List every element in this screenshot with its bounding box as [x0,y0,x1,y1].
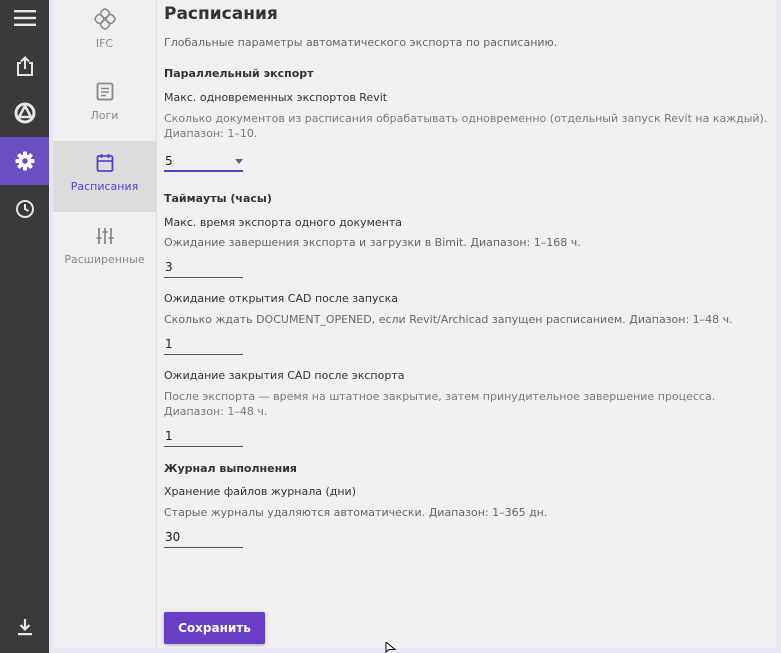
close-timeout-hint: После экспорта — время на штатное закрыт… [164,390,716,418]
subnav-item-schedules[interactable]: Расписания [53,141,156,212]
menu-button[interactable] [0,0,49,42]
schedules-settings-panel: Расписания Глобальные параметры автомати… [157,0,777,648]
section-journal: Журнал выполнения [164,462,297,475]
close-timeout-input[interactable]: 1 [164,426,243,447]
open-timeout-input[interactable]: 1 [164,334,243,355]
journal-retention-hint: Старые журналы удаляются автоматически. … [164,506,548,519]
subnav-label-logs: Логи [90,109,119,122]
save-button[interactable]: Сохранить [164,612,265,644]
export-timeout-input[interactable]: 3 [164,257,243,278]
history-button[interactable] [0,185,49,233]
journal-retention-input[interactable]: 30 [164,527,243,548]
subnav-label-schedules: Расписания [70,180,139,193]
subnav-item-ifc[interactable]: IFC [53,0,156,67]
export-timeout-hint: Ожидание завершения экспорта и загрузки … [164,236,581,249]
download-button[interactable] [0,603,49,651]
settings-button[interactable] [0,137,49,185]
max-parallel-select[interactable]: 5 [164,151,243,172]
section-timeouts: Таймауты (часы) [164,192,272,205]
subnav-item-advanced[interactable]: Расширенные [53,214,156,285]
page-title: Расписания [164,4,278,24]
sliders-icon [96,228,113,244]
export-timeout-label: Макс. время экспорта одного документа [164,216,402,229]
app-rail [0,0,49,653]
settings-subnav: IFC Логи Расписания Расширенные [53,0,157,648]
share-export-icon [16,56,33,76]
log-document-icon [96,82,113,101]
subnav-label-advanced: Расширенные [64,253,145,266]
journal-retention-label: Хранение файлов журнала (дни) [164,485,356,498]
mouse-cursor-icon [385,642,397,653]
ifc-icon [93,8,116,30]
max-parallel-label: Макс. одновременных экспортов Revit [164,91,388,104]
clock-icon [15,200,34,218]
bimit-logo-icon [14,102,35,124]
bimit-button[interactable] [0,89,49,137]
subnav-label-ifc: IFC [95,37,114,50]
export-button[interactable] [0,42,49,90]
section-parallel-export: Параллельный экспорт [164,67,314,80]
page-subtitle: Глобальные параметры автоматического экс… [164,36,558,49]
open-timeout-label: Ожидание открытия CAD после запуска [164,292,398,305]
gear-icon [15,151,34,171]
menu-icon [13,10,36,26]
max-parallel-hint: Сколько документов из расписания обрабат… [164,112,768,140]
open-timeout-hint: Сколько ждать DOCUMENT_OPENED, если Revi… [164,313,733,326]
chevron-down-icon [235,159,243,164]
window-edge [776,0,781,653]
max-parallel-value: 5 [165,154,173,168]
calendar-icon [96,154,113,172]
close-timeout-label: Ожидание закрытия CAD после экспорта [164,369,405,382]
download-icon [17,619,32,636]
subnav-item-logs[interactable]: Логи [53,70,156,141]
